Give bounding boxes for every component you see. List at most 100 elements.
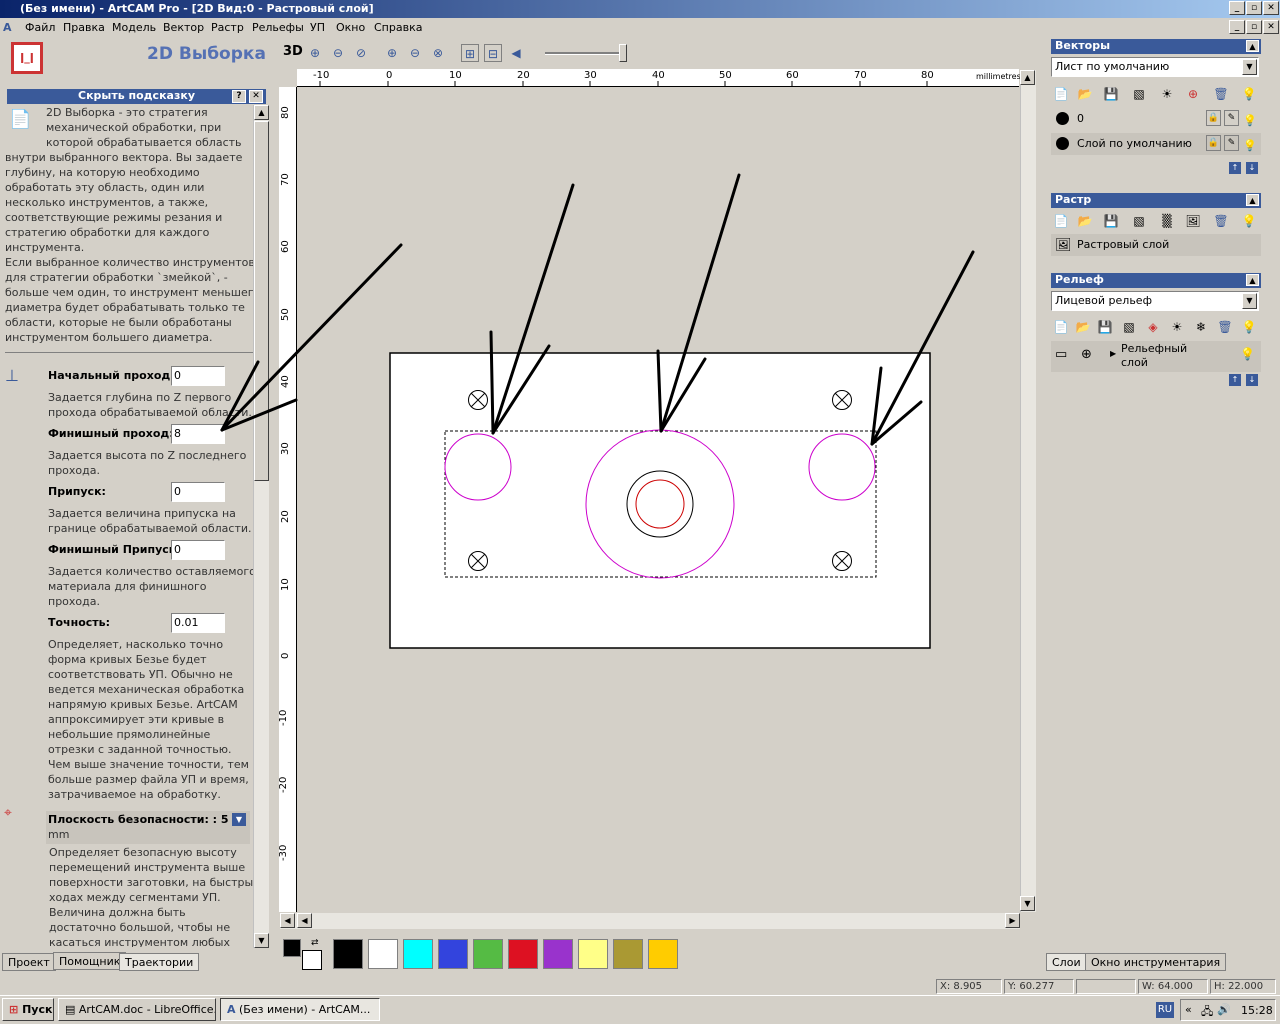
collapse-icon[interactable]: ▲ [1246,194,1259,206]
background-color[interactable] [302,950,322,970]
help-icon[interactable]: ? [232,90,246,103]
finish-depth-input[interactable]: 8 [171,424,225,444]
palette-swatch[interactable] [438,939,468,969]
palette-swatch[interactable] [368,939,398,969]
doc-close-button[interactable]: ✕ [1263,20,1279,34]
delete-icon[interactable]: 🗑 [1212,212,1230,230]
raster-layer-row[interactable]: 🖼 Растровый слой [1051,234,1261,256]
open-folder-icon[interactable]: 📂 [1074,318,1092,336]
zoom-all-icon[interactable]: ⊕ [383,44,401,62]
3d-view-button[interactable]: 3D [283,44,303,59]
relief-sheet-select[interactable]: Лицевой рельеф ▼ [1051,291,1259,311]
vector-layer-row[interactable]: 0 🔒 ✎ 💡 [1051,108,1261,130]
combine-icon[interactable]: ◈ [1144,318,1162,336]
grid-icon[interactable]: ⊟ [484,44,502,62]
open-folder-icon[interactable]: 📂 [1076,212,1094,230]
gradient-icon[interactable]: ▒ [1158,212,1176,230]
tab-toolpaths[interactable]: Траектории [119,953,200,971]
brightness-slider-thumb[interactable] [619,44,627,62]
taskbar-item-libreoffice[interactable]: ▤ ArtCAM.doc - LibreOffice... [58,998,216,1021]
menu-help[interactable]: Справка [374,21,422,34]
menu-window[interactable]: Окно [336,21,365,34]
bulb-icon[interactable]: 💡 [1240,347,1255,361]
merge-icon[interactable]: ▧ [1130,85,1148,103]
foreground-color[interactable] [283,939,301,957]
image-icon[interactable]: 🖼 [1184,212,1202,230]
vector-layer-row-active[interactable]: Слой по умолчанию 🔒 ✎ 💡 [1051,133,1261,155]
new-layer-icon[interactable]: 📄 [1052,212,1070,230]
scroll-up-icon[interactable]: ▲ [1020,70,1035,85]
chevron-left-icon[interactable]: « [1185,1003,1192,1016]
arrow-left-icon[interactable]: ◀ [507,44,525,62]
taskbar-item-artcam[interactable]: A (Без имени) - ArtCAM... [220,998,380,1021]
pencil-icon[interactable]: ✎ [1224,135,1239,151]
palette-swatch[interactable] [613,939,643,969]
delete-icon[interactable]: 🗑 [1216,318,1234,336]
scroll-up-icon[interactable]: ▲ [254,105,269,120]
minimize-button[interactable]: _ [1229,1,1245,15]
canvas-vertical-scrollbar[interactable] [1020,70,1036,912]
doc-restore-button[interactable]: ▫ [1246,20,1262,34]
move-up-icon[interactable]: ↑ [1229,374,1241,386]
save-icon[interactable]: 💾 [1102,85,1120,103]
app-icon[interactable]: A [3,21,12,34]
new-layer-icon[interactable]: 📄 [1052,318,1070,336]
bulb-icon[interactable]: 💡 [1240,85,1258,103]
zoom-in-icon[interactable]: ⊕ [306,44,324,62]
light-icon[interactable]: ☀ [1158,85,1176,103]
palette-swatch[interactable] [508,939,538,969]
palette-swatch[interactable] [648,939,678,969]
merge-icon[interactable]: ▧ [1120,318,1138,336]
palette-swatch[interactable] [473,939,503,969]
tolerance-input[interactable]: 0.01 [171,613,225,633]
safety-plane-header[interactable]: Плоскость безопасности: : 5 mm ▼ [46,811,250,844]
new-layer-icon[interactable]: 📄 [1052,85,1070,103]
chevron-down-icon[interactable]: ▼ [1242,293,1257,309]
relief-layer-row[interactable]: ▭ ⊕ ▶ Рельефный слой 💡 [1051,341,1261,372]
attach-icon[interactable]: ⊕ [1184,85,1202,103]
drawing-canvas[interactable] [297,87,1019,912]
palette-swatch[interactable] [578,939,608,969]
tab-layers[interactable]: Слои [1046,953,1087,971]
light-icon[interactable]: ☀ [1168,318,1186,336]
lock-icon[interactable]: 🔒 [1206,110,1221,126]
move-down-icon[interactable]: ↓ [1246,374,1258,386]
tab-toolbox[interactable]: Окно инструментария [1085,953,1227,971]
scroll-left-icon[interactable]: ◀ [280,913,295,928]
chevron-right-icon[interactable]: ▶ [1110,349,1116,358]
scroll-down-icon[interactable]: ▼ [254,933,269,948]
doc-minimize-button[interactable]: _ [1229,20,1245,34]
maximize-button[interactable]: ▫ [1246,1,1262,15]
zoom-out-icon[interactable]: ⊖ [329,44,347,62]
bulb-icon[interactable]: 💡 [1240,212,1258,230]
bulb-icon[interactable]: 💡 [1243,110,1257,132]
menu-raster[interactable]: Растр [211,21,244,34]
volume-icon[interactable]: 🔊 [1217,1003,1231,1016]
open-folder-icon[interactable]: 📂 [1076,85,1094,103]
palette-swatch[interactable] [333,939,363,969]
tab-assistant[interactable]: Помощник [53,952,127,970]
palette-swatch[interactable] [543,939,573,969]
layer-color-dot[interactable] [1056,112,1069,125]
tab-project[interactable]: Проект [2,953,56,971]
network-icon[interactable]: 🖧 [1201,1003,1213,1022]
move-up-icon[interactable]: ↑ [1229,162,1241,174]
swap-colors-icon[interactable]: ⇄ [311,938,323,949]
lock-icon[interactable]: 🔒 [1206,135,1221,151]
scroll-down-icon[interactable]: ▼ [1020,896,1035,911]
freeze-icon[interactable]: ❄ [1192,318,1210,336]
finish-allowance-input[interactable]: 0 [171,540,225,560]
collapse-icon[interactable]: ▲ [1246,274,1259,286]
close-icon[interactable]: ✕ [249,90,263,103]
hide-hint-bar[interactable]: Скрыть подсказку ? ✕ [7,89,266,104]
bulb-icon[interactable]: 💡 [1240,318,1258,336]
vector-sheet-select[interactable]: Лист по умолчанию ▼ [1051,57,1259,77]
collapse-icon[interactable]: ▲ [1246,40,1259,52]
zoom-previous-icon[interactable]: ⊘ [352,44,370,62]
layer-color-dot[interactable] [1056,137,1069,150]
menu-toolpaths[interactable]: УП [310,21,325,34]
merge-icon[interactable]: ▧ [1130,212,1148,230]
zoom-window-icon[interactable]: ⊖ [406,44,424,62]
save-icon[interactable]: 💾 [1096,318,1114,336]
pencil-icon[interactable]: ✎ [1224,110,1239,126]
